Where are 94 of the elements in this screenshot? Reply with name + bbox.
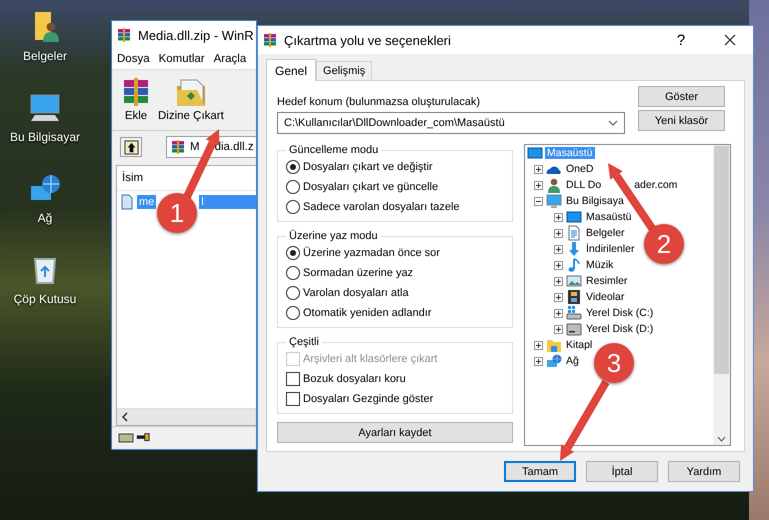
option-label[interactable]: Sormadan üzerine yaz [303, 266, 414, 278]
option-label[interactable]: Dosyaları çıkart ve güncelle [303, 180, 438, 192]
drive-icon [566, 305, 582, 321]
tree-item[interactable]: Müzik [584, 259, 616, 271]
save-settings-button[interactable]: Ayarları kaydet [277, 422, 513, 443]
picture-icon [566, 273, 582, 289]
tree-item[interactable]: Kitapl [564, 339, 594, 351]
close-icon[interactable] [724, 34, 736, 46]
expand-icon[interactable] [554, 292, 563, 302]
menu-item[interactable]: Araçla [214, 53, 246, 65]
radio-button[interactable] [286, 306, 300, 320]
desktop-icon-label[interactable]: Bu Bilgisayar [10, 130, 80, 144]
file-icon [119, 194, 135, 210]
field-label: Hedef konum (bulunmazsa oluşturulacak) [277, 96, 481, 108]
desktop-icon [566, 209, 582, 225]
side-button[interactable]: Yeni klasör [638, 110, 725, 131]
down-arrow-icon [566, 241, 582, 257]
desktop-icon [527, 145, 543, 161]
radio-button[interactable] [286, 160, 300, 174]
tree-item[interactable]: Videolar [584, 291, 626, 303]
group-title: Çeşitli [288, 336, 320, 348]
books-icon [262, 32, 278, 48]
column-header[interactable]: İsim [117, 166, 256, 191]
destination-field[interactable]: C:\Kullanıcılar\DllDownloader_com\Masaüstü [277, 112, 625, 134]
expand-icon[interactable] [534, 356, 543, 366]
tree-item[interactable]: OneD [564, 163, 596, 175]
group-title: Üzerine yaz modu [288, 230, 379, 242]
chevron-down-icon[interactable] [717, 436, 726, 442]
checkbox[interactable] [286, 372, 300, 386]
expand-icon[interactable] [554, 324, 563, 334]
desktop-icon-label[interactable]: Belgeler [22, 49, 68, 63]
dialog-button[interactable]: Yardım [668, 461, 740, 482]
document-icon [566, 225, 582, 241]
tree-item[interactable]: Resimler [584, 275, 630, 287]
menu-item[interactable]: Dosya [117, 53, 150, 65]
dialog-button[interactable]: İptal [586, 461, 658, 482]
tab[interactable]: Genel [266, 59, 316, 81]
help-button[interactable]: ? [661, 26, 701, 54]
expand-icon[interactable] [554, 260, 563, 270]
radio-button[interactable] [286, 200, 300, 214]
tree-item[interactable]: DLL Do ader.com [564, 179, 680, 191]
expand-icon[interactable] [554, 308, 563, 318]
radio-button[interactable] [286, 246, 300, 260]
dialog-button[interactable]: Tamam [504, 461, 576, 482]
radio-button[interactable] [286, 180, 300, 194]
up-button[interactable] [120, 137, 142, 157]
expand-icon[interactable] [554, 228, 563, 238]
tree-item[interactable]: Yerel Disk (D:) [584, 323, 656, 335]
expand-icon[interactable] [554, 276, 563, 286]
desktop-icon-label[interactable]: Çöp Kutusu [14, 292, 76, 306]
option-label[interactable]: Dosyaları Gezginde göster [303, 392, 434, 404]
radio-button[interactable] [286, 266, 300, 280]
chevron-down-icon[interactable] [608, 120, 618, 126]
vertical-scrollbar[interactable] [713, 145, 730, 445]
option-label[interactable]: Varolan dosyaları atla [303, 286, 409, 298]
monitor-icon [546, 193, 562, 209]
dialog-title: Çıkartma yolu ve seçenekleri [284, 32, 452, 48]
desktop-icon-label[interactable]: Ağ [38, 211, 52, 225]
menu-item[interactable]: Komutlar [158, 53, 205, 65]
expand-icon[interactable] [554, 244, 563, 254]
scrollbar-thumb[interactable] [714, 146, 729, 374]
toolbar-button[interactable]: Dizine Çıkart [156, 76, 226, 126]
expand-icon[interactable] [554, 212, 563, 222]
group-title: Güncelleme modu [288, 144, 380, 156]
tree-item[interactable]: Masaüstü [584, 211, 634, 223]
film-icon [566, 289, 582, 305]
collapse-icon[interactable] [534, 196, 543, 206]
checkbox[interactable] [286, 392, 300, 406]
side-button[interactable]: Göster [638, 86, 725, 107]
option-label[interactable]: Bozuk dosyaları koru [303, 372, 406, 384]
tree-item[interactable]: İndirilenler [584, 243, 636, 255]
horizontal-scrollbar[interactable] [117, 408, 256, 425]
option-label[interactable]: Dosyaları çıkart ve değiştir [303, 160, 433, 172]
tree-item[interactable]: Belgeler [584, 227, 627, 239]
music-note-icon [566, 257, 582, 273]
expand-icon[interactable] [534, 340, 543, 350]
option-label[interactable]: Üzerine yazmadan önce sor [303, 246, 440, 258]
globe-monitor-icon [546, 353, 562, 369]
tree-item[interactable]: Ağ [564, 355, 581, 367]
option-label[interactable]: Otomatik yeniden adlandır [303, 306, 432, 318]
folder-icon [546, 337, 562, 353]
expand-icon[interactable] [534, 164, 543, 174]
window-title: Media.dll.zip - WinR [138, 28, 254, 42]
expand-icon[interactable] [534, 180, 543, 190]
toolbar-button[interactable]: Ekle [118, 76, 154, 126]
option-label[interactable]: Sadece varolan dosyaları tazele [303, 200, 460, 212]
tab[interactable]: Gelişmiş [316, 61, 372, 80]
books-icon [170, 139, 186, 155]
tree-item[interactable]: Bu Bilgisaya [564, 195, 626, 207]
radio-button[interactable] [286, 286, 300, 300]
books-icon [116, 27, 132, 43]
tree-item[interactable]: Yerel Disk (C:) [584, 307, 656, 319]
drive-icon [566, 321, 582, 337]
person-icon [546, 177, 562, 193]
